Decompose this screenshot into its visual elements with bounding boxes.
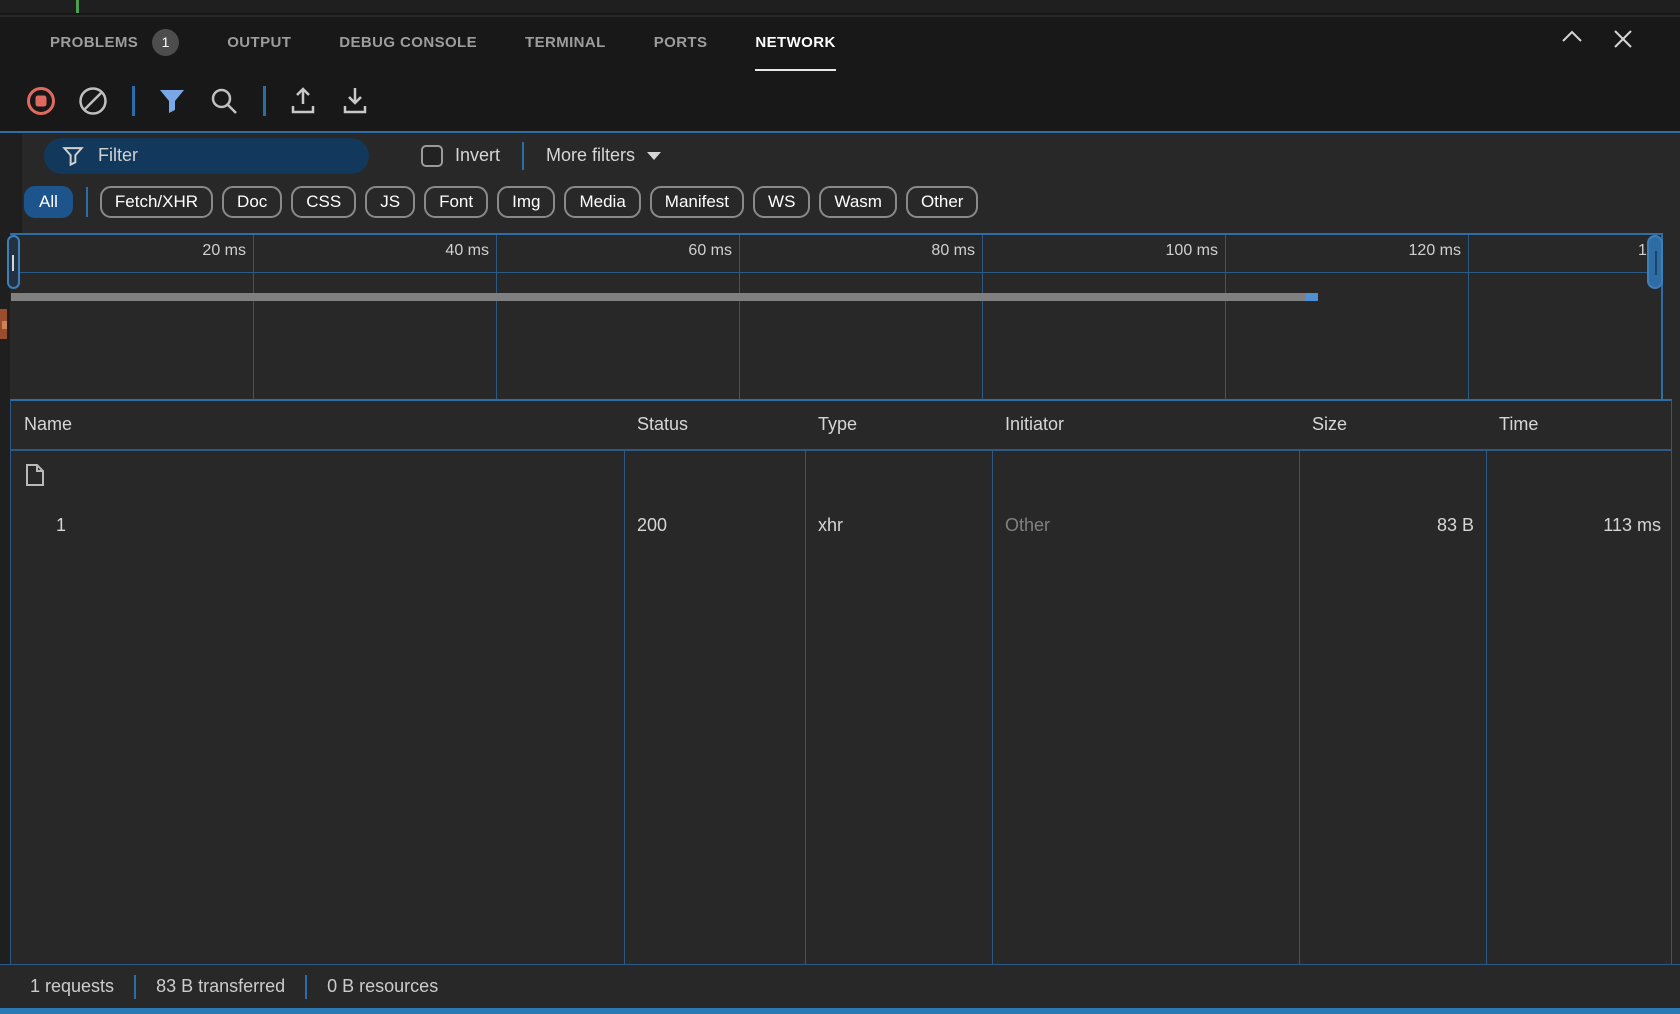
tab-output[interactable]: OUTPUT <box>227 17 291 71</box>
table-row[interactable]: 1 200 xhr Other 83 B 113 ms <box>11 451 1671 499</box>
timeline-gridline <box>1468 235 1469 401</box>
request-type-filters: All Fetch/XHR Doc CSS JS Font Img Media … <box>22 178 1680 225</box>
chip-wasm[interactable]: Wasm <box>819 186 897 218</box>
clear-icon[interactable] <box>78 86 108 116</box>
filter-input[interactable]: Filter <box>44 138 369 174</box>
search-icon[interactable] <box>209 86 239 116</box>
transferred-amount: 83 B transferred <box>156 976 285 997</box>
funnel-icon <box>62 145 84 167</box>
chip-img[interactable]: Img <box>497 186 555 218</box>
filter-bar: Filter Invert More filters <box>22 133 1680 178</box>
requests-table: Name Status Type Initiator Size Time 1 2… <box>10 399 1672 964</box>
timeline-tick-label: 80 ms <box>865 242 975 260</box>
chip-ws[interactable]: WS <box>753 186 810 218</box>
modified-line-gutter-indicator <box>76 0 79 13</box>
table-header-row: Name Status Type Initiator Size Time <box>11 401 1671 451</box>
timeline-gridline <box>1225 235 1226 401</box>
column-header-initiator[interactable]: Initiator <box>1005 414 1064 435</box>
chevron-down-icon <box>647 152 661 160</box>
download-har-icon[interactable] <box>340 86 370 116</box>
filter-separator <box>522 142 524 170</box>
column-header-size[interactable]: Size <box>1312 414 1347 435</box>
record-icon[interactable] <box>26 86 56 116</box>
resources-amount: 0 B resources <box>327 976 438 997</box>
panel-bottom-border <box>0 1008 1680 1014</box>
cell-size: 83 B <box>1299 515 1474 536</box>
chip-doc[interactable]: Doc <box>222 186 282 218</box>
line-number: 20 <box>46 11 66 15</box>
upload-har-icon[interactable] <box>288 86 318 116</box>
more-filters-button[interactable]: More filters <box>546 145 661 166</box>
timeline-gridline <box>739 235 740 401</box>
toolbar-separator <box>132 86 135 116</box>
timeline-tick-label: 120 ms <box>1351 242 1461 260</box>
cell-type: xhr <box>818 515 843 536</box>
cell-time: 113 ms <box>1486 515 1661 536</box>
column-header-status[interactable]: Status <box>637 414 688 435</box>
chip-manifest[interactable]: Manifest <box>650 186 744 218</box>
chevron-up-icon[interactable] <box>1560 28 1584 50</box>
overview-request-bar <box>11 293 1305 301</box>
tab-terminal[interactable]: TERMINAL <box>525 17 606 71</box>
filter-icon[interactable] <box>157 86 187 116</box>
network-panel: 20 // const yourMMKVStorage = new MMKV()… <box>0 0 1680 1014</box>
timeline-tick-label: 100 ms <box>1108 242 1218 260</box>
panel-tab-bar: PROBLEMS 1 OUTPUT DEBUG CONSOLE TERMINAL… <box>0 17 1680 71</box>
document-icon <box>24 463 46 492</box>
filter-placeholder: Filter <box>98 145 138 166</box>
timeline-tick-label: 60 ms <box>622 242 732 260</box>
invert-label: Invert <box>455 145 500 166</box>
cell-initiator: Other <box>1005 515 1050 536</box>
overview-request-bar-tip <box>1305 293 1318 301</box>
overview-ruler-dot <box>2 321 7 329</box>
cell-status: 200 <box>637 515 667 536</box>
tab-debug-console[interactable]: DEBUG CONSOLE <box>339 17 477 71</box>
tab-network[interactable]: NETWORK <box>755 17 835 71</box>
close-icon[interactable] <box>1612 28 1634 50</box>
panel-controls <box>1560 28 1634 50</box>
chip-css[interactable]: CSS <box>291 186 356 218</box>
chip-js[interactable]: JS <box>365 186 415 218</box>
cell-name: 1 <box>56 515 66 536</box>
timeline-gridline <box>496 235 497 401</box>
timeline-tick-label: 40 ms <box>379 242 489 260</box>
timeline-gridline <box>982 235 983 401</box>
problems-count-badge: 1 <box>152 29 179 56</box>
overview-window-left-handle[interactable] <box>7 235 20 289</box>
network-toolbar <box>0 71 1680 131</box>
chip-other[interactable]: Other <box>906 186 979 218</box>
column-header-type[interactable]: Type <box>818 414 857 435</box>
column-header-time[interactable]: Time <box>1499 414 1538 435</box>
chip-separator <box>86 187 88 217</box>
toolbar-separator <box>263 86 266 116</box>
chip-fetch-xhr[interactable]: Fetch/XHR <box>100 186 213 218</box>
chip-font[interactable]: Font <box>424 186 488 218</box>
timeline-gridline <box>253 235 254 401</box>
overview-window-right-handle[interactable] <box>1647 235 1663 289</box>
editor-code-strip: 20 // const yourMMKVStorage = new MMKV()… <box>0 0 1680 15</box>
column-header-name[interactable]: Name <box>24 414 72 435</box>
status-separator <box>134 975 136 999</box>
ruler-bottom-border <box>10 272 1663 273</box>
network-status-bar: 1 requests 83 B transferred 0 B resource… <box>0 964 1680 1008</box>
timeline-tick-label-clipped: 1 <box>1638 242 1647 260</box>
invert-checkbox[interactable] <box>421 145 443 167</box>
chip-all[interactable]: All <box>24 186 73 218</box>
timeline-tick-label: 20 ms <box>136 242 246 260</box>
tab-ports[interactable]: PORTS <box>654 17 708 71</box>
chip-media[interactable]: Media <box>564 186 640 218</box>
status-separator <box>305 975 307 999</box>
tab-problems[interactable]: PROBLEMS 1 <box>50 17 179 71</box>
requests-count: 1 requests <box>30 976 114 997</box>
network-overview-timeline[interactable]: 20 ms 40 ms 60 ms 80 ms 100 ms 120 ms 1 <box>10 233 1663 399</box>
